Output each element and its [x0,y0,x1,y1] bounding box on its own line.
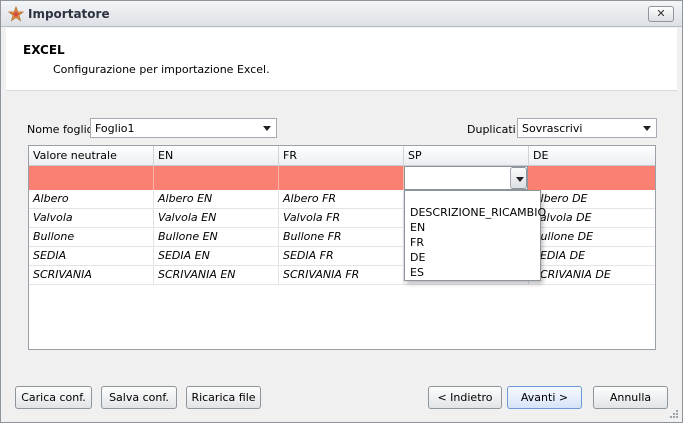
window-title: Importatore [28,7,110,21]
close-icon: ✕ [656,7,666,20]
sheet-label: Nome foglio: [27,123,98,136]
duplicates-combo[interactable]: Sovrascrivi [517,118,657,138]
sheet-value: Foglio1 [95,122,135,135]
table-cell: Albero [29,190,154,209]
table-cell: SCRIVANIA EN [154,266,279,285]
mapping-cell[interactable] [529,166,655,190]
dropdown-button[interactable] [510,167,527,189]
reload-file-button[interactable]: Ricarica file [186,386,261,409]
column-header[interactable]: Valore neutrale [29,146,154,166]
table-row[interactable]: SEDIA SEDIA EN SEDIA FR SEDIA DE [29,247,655,266]
dropdown-option[interactable]: EN [410,221,425,234]
table-cell: SEDIA EN [154,247,279,266]
table-cell: SEDIA DE [533,249,586,262]
dropdown-option[interactable]: FR [410,236,424,249]
table-cell: SCRIVANIA [29,266,154,285]
table-cell: Albero FR [279,190,404,209]
dropdown-option[interactable]: DE [410,251,425,264]
duplicates-value: Sovrascrivi [522,122,583,135]
title-bar[interactable]: Importatore ✕ [1,1,682,27]
close-button[interactable]: ✕ [648,6,674,22]
table-cell: Albero EN [154,190,279,209]
mapping-cell[interactable] [154,166,279,190]
dropdown-option[interactable]: DESCRIZIONE_RICAMBIO [410,206,546,219]
table-row[interactable]: Valvola Valvola EN Valvola FR Valvola DE [29,209,655,228]
dropdown-option[interactable]: ES [410,266,424,279]
table-cell: SCRIVANIA FR [279,266,404,285]
importer-window: Importatore ✕ EXCEL Configurazione per i… [0,0,683,423]
header-subtitle: Configurazione per importazione Excel. [53,63,270,76]
table-cell: Bullone FR [279,228,404,247]
mapping-cell[interactable] [279,166,404,190]
table-cell: SEDIA [29,247,154,266]
mapping-cell[interactable] [29,166,154,190]
cancel-button[interactable]: Annulla [593,386,668,409]
table-cell: Bullone [29,228,154,247]
table-cell: Bullone EN [154,228,279,247]
table-cell: Valvola EN [154,209,279,228]
table-row[interactable]: Albero Albero EN Albero FR Albero DE [29,190,655,209]
mapping-combo-editor[interactable] [404,166,528,190]
table-cell: SEDIA FR [279,247,404,266]
table-row[interactable]: SCRIVANIA SCRIVANIA EN SCRIVANIA FR SCRI… [29,266,655,285]
column-mapping-dropdown[interactable]: DESCRIZIONE_RICAMBIO EN FR DE ES [404,190,546,281]
sheet-combo[interactable]: Foglio1 [90,118,277,138]
table-cell: Albero DE [533,192,588,205]
column-header[interactable]: DE [529,146,655,166]
wizard-header: EXCEL Configurazione per importazione Ex… [6,28,677,91]
table-cell: Valvola [29,209,154,228]
chevron-down-icon [263,126,271,131]
column-header[interactable]: EN [154,146,279,166]
table-row[interactable]: Bullone Bullone EN Bullone FR Bullone DE [29,228,655,247]
column-header[interactable]: SP [404,146,529,166]
data-grid[interactable]: Valore neutrale EN FR SP DE Albero Alber… [28,145,656,350]
chevron-down-icon [516,177,524,182]
resize-grip-icon[interactable] [669,409,679,419]
load-config-button[interactable]: Carica conf. [15,386,92,409]
back-button[interactable]: < Indietro [428,386,502,409]
table-cell: SCRIVANIA DE [533,268,611,281]
next-button[interactable]: Avanti > [507,386,582,409]
header-title: EXCEL [23,43,65,57]
chevron-down-icon [643,126,651,131]
table-cell: Bullone DE [533,230,594,243]
table-cell: Valvola DE [533,211,592,224]
column-header[interactable]: FR [279,146,404,166]
app-star-icon [8,6,24,22]
table-cell: Valvola FR [279,209,404,228]
duplicates-label: Duplicati: [467,123,520,136]
save-config-button[interactable]: Salva conf. [101,386,177,409]
mapping-row [29,166,655,190]
grid-header-row: Valore neutrale EN FR SP DE [29,146,655,166]
